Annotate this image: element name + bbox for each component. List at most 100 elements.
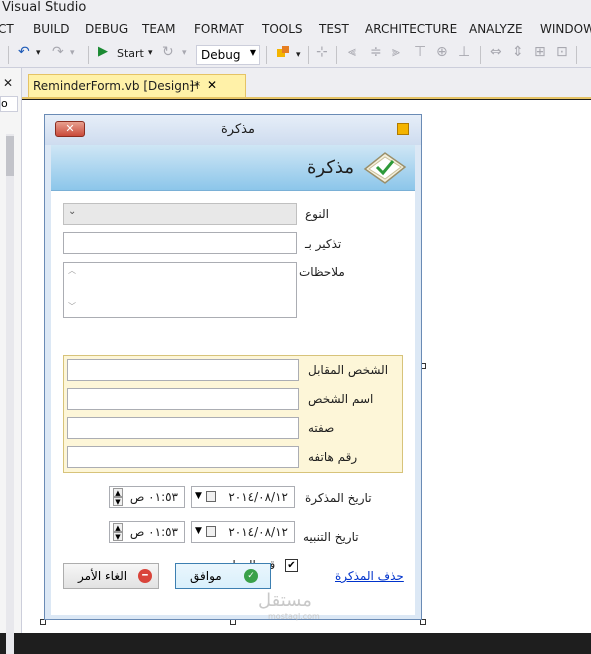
reminder-time-picker[interactable]: ▲ ▼ ٠١:٥٣ ص xyxy=(109,486,185,508)
format-tool-svg xyxy=(277,46,289,57)
reminder-form-window[interactable]: ✕ مذكرة مذكرة ⌄ النوع تذكير بـ ︿ ﹀ ملاحظ… xyxy=(44,114,422,620)
type-combobox[interactable]: ⌄ xyxy=(63,203,297,225)
toolbar-separator xyxy=(266,46,267,64)
start-play-icon[interactable]: ▶ xyxy=(98,44,108,62)
menu-item-window[interactable]: WINDOW xyxy=(540,22,591,36)
toolbar: ↶ ▾ ↷ ▾ ▶ Start ▾ ↻ ▾ Debug ▼ ▾ ⊹ ⫷ ≑ ⫸ … xyxy=(0,42,591,68)
refresh-dropdown-icon[interactable]: ▾ xyxy=(182,48,187,66)
spin-down-icon[interactable]: ▼ xyxy=(113,497,123,506)
alert-time-value: ٠١:٥٣ ص xyxy=(129,525,178,539)
alert-date-label: تاريخ التنبيه xyxy=(303,530,359,544)
snap-grid-icon[interactable]: ⊡ xyxy=(556,44,568,62)
scrollbar-thumb[interactable] xyxy=(6,136,14,176)
document-tab-strip: ReminderForm.vb [Design]* ⊣ ✕ xyxy=(22,68,591,99)
menu-item-architecture[interactable]: ARCHITECTURE xyxy=(365,22,457,36)
spin-up-icon[interactable]: ▲ xyxy=(113,488,123,497)
undo-dropdown-icon[interactable]: ▾ xyxy=(36,48,41,66)
chevron-down-icon: ▼ xyxy=(195,526,202,536)
toolbar-separator xyxy=(336,46,337,64)
align-top-icon[interactable]: ⊤ xyxy=(414,44,426,62)
undo-icon[interactable]: ↶ xyxy=(18,44,30,62)
same-size-icon[interactable]: ⊞ xyxy=(534,44,546,62)
scroll-up-icon[interactable]: ︿ xyxy=(68,265,76,276)
alert-date-picker[interactable]: ▼ ٢٠١٤/٠٨/١٢ xyxy=(191,521,295,543)
start-dropdown-icon[interactable]: ▾ xyxy=(148,48,153,66)
spin-down-icon[interactable]: ▼ xyxy=(113,532,123,541)
calendar-icon xyxy=(206,526,216,537)
align-bottom-icon[interactable]: ⊥ xyxy=(458,44,470,62)
menu-bar: CT BUILD DEBUG TEAM FORMAT TOOLS TEST AR… xyxy=(0,18,591,42)
phone-label: رقم هاتفه xyxy=(308,450,358,464)
tab-reminderform-design[interactable]: ReminderForm.vb [Design]* ⊣ ✕ xyxy=(28,74,246,98)
reminder-date-label: تاريخ المذكرة xyxy=(305,491,372,505)
reminder-time-value: ٠١:٥٣ ص xyxy=(129,490,178,504)
cancel-button-label: الغاء الأمر xyxy=(78,569,128,583)
menu-item-format[interactable]: FORMAT xyxy=(194,22,244,36)
menu-item-debug[interactable]: DEBUG xyxy=(85,22,128,36)
pin-icon[interactable]: ⊣ xyxy=(189,79,199,92)
in-progress-checkbox[interactable]: ✔ xyxy=(285,559,298,572)
close-icon[interactable]: ✕ xyxy=(3,76,13,90)
configuration-value: Debug xyxy=(201,48,241,62)
left-tool-panel: ✕ o xyxy=(0,68,22,654)
calendar-icon xyxy=(206,491,216,502)
left-panel-search-input[interactable]: o xyxy=(0,96,18,112)
alert-date-value: ٢٠١٤/٠٨/١٢ xyxy=(228,525,288,539)
left-panel-scrollbar[interactable] xyxy=(6,134,14,654)
align-grid-icon[interactable]: ⊹ xyxy=(316,44,328,62)
person-name-input[interactable] xyxy=(67,388,299,410)
tab-underline xyxy=(22,97,591,99)
menu-item-tools[interactable]: TOOLS xyxy=(262,22,303,36)
notes-label: ملاحظات xyxy=(299,265,345,279)
align-middle-icon[interactable]: ⊕ xyxy=(436,44,448,62)
menu-item-analyze[interactable]: ANALYZE xyxy=(469,22,523,36)
menu-item-team[interactable]: TEAM xyxy=(142,22,175,36)
refresh-icon[interactable]: ↻ xyxy=(162,44,174,62)
remind-by-input[interactable] xyxy=(63,232,297,254)
person-title-input[interactable] xyxy=(67,417,299,439)
cancel-button[interactable]: الغاء الأمر ━ xyxy=(63,563,159,589)
menu-item-build[interactable]: BUILD xyxy=(33,22,69,36)
contact-input[interactable] xyxy=(67,359,299,381)
contact-label: الشخص المقابل xyxy=(308,363,389,377)
type-label: النوع xyxy=(305,207,329,221)
redo-icon[interactable]: ↷ xyxy=(52,44,64,62)
phone-input[interactable] xyxy=(67,446,299,468)
configuration-select[interactable]: Debug ▼ xyxy=(196,45,260,65)
menu-item-project[interactable]: CT xyxy=(0,22,14,36)
alert-time-picker[interactable]: ▲ ▼ ٠١:٥٣ ص xyxy=(109,521,185,543)
format-tool-icon[interactable] xyxy=(276,45,290,63)
form-client-area: مذكرة ⌄ النوع تذكير بـ ︿ ﹀ ملاحظات الشخص… xyxy=(51,145,415,615)
delete-reminder-link[interactable]: حذف المذكرة xyxy=(335,569,404,583)
start-button[interactable]: Start xyxy=(117,47,144,65)
toolbar-separator xyxy=(8,46,9,64)
app-title: Visual Studio xyxy=(2,0,87,15)
align-center-icon[interactable]: ≑ xyxy=(370,44,382,62)
remind-by-label: تذكير بـ xyxy=(305,237,342,251)
toolbar-separator xyxy=(576,46,577,64)
align-left-icon[interactable]: ⫷ xyxy=(348,44,356,62)
check-mark-icon: ✔ xyxy=(287,560,296,571)
same-width-icon[interactable]: ⇔ xyxy=(490,44,502,62)
form-app-icon xyxy=(397,123,409,135)
toolbar-separator xyxy=(88,46,89,64)
menu-item-test[interactable]: TEST xyxy=(319,22,349,36)
format-dropdown-icon[interactable]: ▾ xyxy=(296,50,301,68)
same-height-icon[interactable]: ⇕ xyxy=(512,44,524,62)
header-banner: مذكرة xyxy=(51,145,415,191)
watermark-logo: مستقل xyxy=(258,590,312,611)
ok-button[interactable]: موافق ✓ xyxy=(175,563,271,589)
form-title: مذكرة xyxy=(221,122,255,137)
form-close-button[interactable]: ✕ xyxy=(55,121,85,137)
redo-dropdown-icon[interactable]: ▾ xyxy=(70,48,75,66)
scroll-down-icon[interactable]: ﹀ xyxy=(68,301,76,312)
chevron-down-icon: ▼ xyxy=(249,48,256,57)
notepad-check-icon xyxy=(363,152,407,184)
align-right-icon[interactable]: ⫸ xyxy=(392,44,400,62)
reminder-date-picker[interactable]: ▼ ٢٠١٤/٠٨/١٢ xyxy=(191,486,295,508)
spin-up-icon[interactable]: ▲ xyxy=(113,523,123,532)
notes-textarea[interactable]: ︿ ﹀ xyxy=(63,262,297,318)
toolbar-separator xyxy=(480,46,481,64)
close-icon[interactable]: ✕ xyxy=(207,78,217,92)
chevron-down-icon: ▼ xyxy=(195,491,202,501)
